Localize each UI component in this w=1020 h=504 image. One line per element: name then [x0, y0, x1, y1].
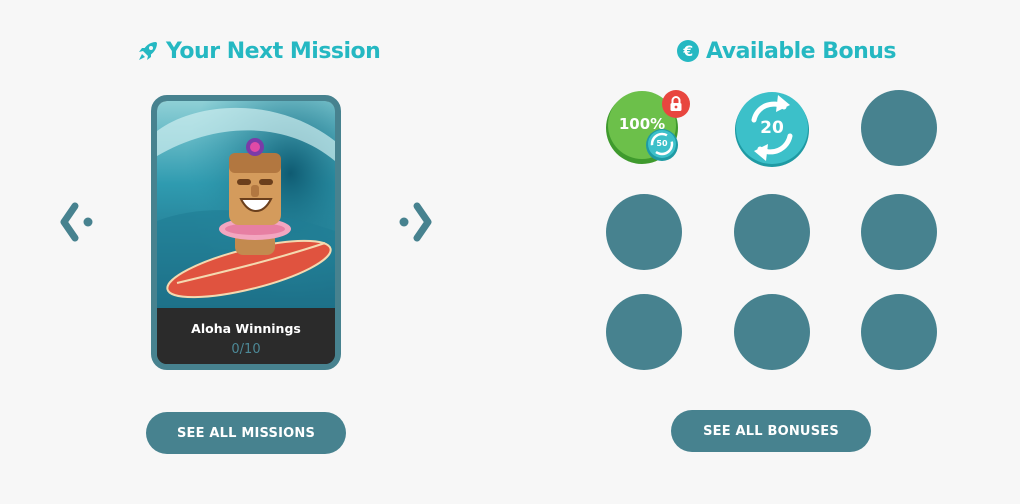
- mission-card-footer: Aloha Winnings 0/10: [157, 308, 335, 364]
- empty-bonus-slot: [861, 194, 937, 270]
- chevron-right-icon: [399, 202, 432, 242]
- chevron-left-icon: [60, 202, 93, 242]
- bonus-20-spins[interactable]: 20: [734, 90, 810, 168]
- rocket-icon: [136, 39, 160, 63]
- empty-bonus-slot: [861, 294, 937, 370]
- empty-bonus-slot: [734, 194, 810, 270]
- bonus-100-sub-label: 50: [656, 139, 668, 148]
- empty-bonus-slot: [734, 294, 810, 370]
- lock-icon: [662, 90, 690, 118]
- see-all-bonuses-button[interactable]: SEE ALL BONUSES: [671, 410, 871, 452]
- mission-title: Your Next Mission: [166, 38, 381, 64]
- bonus-20-label: 20: [760, 118, 784, 138]
- svg-text:€: €: [682, 44, 692, 60]
- bonus-heading: € Available Bonus: [676, 36, 897, 66]
- mission-card-title: Aloha Winnings: [191, 321, 301, 336]
- see-all-missions-button[interactable]: SEE ALL MISSIONS: [146, 412, 346, 454]
- previous-mission-arrow[interactable]: [58, 200, 98, 244]
- euro-icon: €: [676, 39, 700, 63]
- mission-card-image: [157, 101, 335, 308]
- bonus-title: Available Bonus: [706, 38, 897, 64]
- mission-card-progress: 0/10: [231, 342, 261, 357]
- mission-card[interactable]: Aloha Winnings 0/10: [151, 95, 341, 370]
- next-mission-arrow[interactable]: [394, 200, 434, 244]
- bonus-100-label: 100%: [618, 115, 666, 133]
- empty-bonus-slot: [861, 90, 937, 166]
- empty-bonus-slot: [606, 194, 682, 270]
- bonus-100-percent[interactable]: 100% 50: [604, 88, 692, 168]
- empty-bonus-slot: [606, 294, 682, 370]
- mission-heading: Your Next Mission: [136, 36, 381, 66]
